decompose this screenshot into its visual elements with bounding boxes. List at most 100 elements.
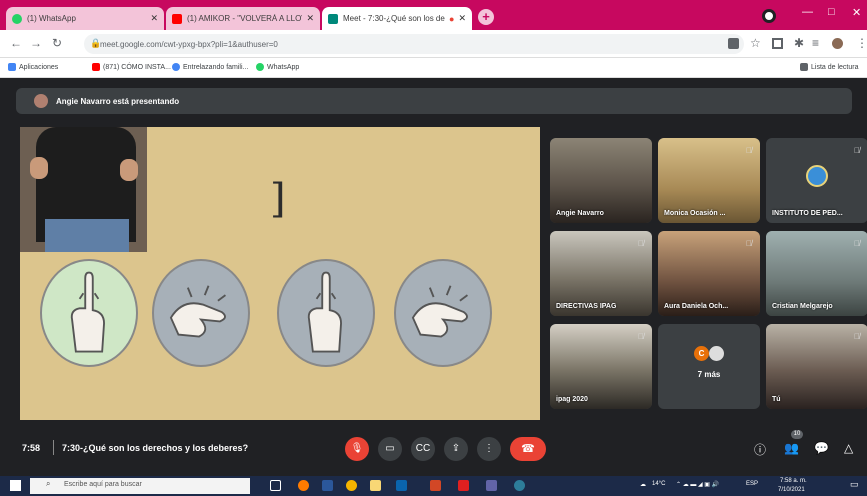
presenter-video — [20, 127, 147, 252]
word-icon[interactable] — [322, 480, 333, 491]
participant-tile[interactable]: 🎙̸ Monica Ocasión ... — [658, 138, 760, 223]
more-options-button[interactable]: ⋮ — [477, 437, 501, 461]
cast-icon[interactable] — [772, 38, 783, 49]
tab-whatsapp[interactable]: (1) WhatsApp ✕ — [6, 7, 164, 30]
mic-off-icon: 🎙̸ — [854, 146, 860, 155]
chrome-icon[interactable] — [346, 480, 357, 491]
hands-clap-icon — [169, 285, 227, 338]
participant-name: Aura Daniela Och... — [664, 303, 729, 310]
meeting-details-icon[interactable]: ⓘ — [754, 441, 766, 458]
youtube-icon — [172, 13, 182, 24]
weather-text[interactable]: 14°C — [652, 481, 665, 487]
self-tile[interactable]: 🎙̸ Tú — [766, 324, 867, 409]
taskbar-date[interactable]: 7/10/2021 — [778, 487, 805, 493]
task-view-icon[interactable] — [270, 480, 281, 491]
avatar-icon[interactable] — [832, 38, 843, 49]
tab-title: Meet - 7:30-¿Qué son los de — [343, 14, 445, 23]
participant-tile[interactable]: 🎙̸ DIRECTIVAS IPAG — [550, 231, 652, 316]
participants-icon[interactable]: 👥 — [784, 441, 799, 455]
notifications-icon[interactable]: ▭ — [850, 479, 859, 490]
avatar: C — [694, 346, 709, 361]
url-text[interactable]: meet.google.com/cwt-ypxg-bpx?pli=1&authu… — [100, 40, 278, 49]
reload-icon[interactable]: ↻ — [52, 36, 62, 50]
hands-clap-icon — [411, 285, 469, 338]
browser-toolbar: ← → ↻ 🔒 meet.google.com/cwt-ypxg-bpx?pli… — [0, 30, 867, 58]
close-tab-icon[interactable]: ✕ — [458, 13, 466, 24]
participant-tile[interactable]: Angie Navarro — [550, 138, 652, 223]
close-window-icon[interactable]: ✕ — [852, 6, 861, 19]
participant-video — [766, 324, 867, 409]
leave-call-button[interactable]: ☎ — [510, 437, 546, 461]
present-button[interactable]: ⇪ — [444, 437, 468, 461]
tab-youtube[interactable]: (1) AMIKOR - "VOLVERÁ A LLOV ✕ — [166, 7, 320, 30]
screen: (1) WhatsApp ✕ (1) AMIKOR - "VOLVERÁ A L… — [0, 0, 867, 496]
menu-icon[interactable]: ⋮ — [856, 36, 867, 50]
hand-finger-up-icon — [70, 271, 105, 353]
app-icon[interactable] — [514, 480, 525, 491]
mail-icon[interactable] — [396, 480, 407, 491]
mic-off-icon: 🎙̸ — [746, 239, 752, 248]
mic-toggle-button[interactable]: 🎙 — [345, 437, 369, 461]
apps-grid-icon — [8, 63, 16, 71]
bookmark-google[interactable]: Entrelazando famili... — [172, 63, 248, 71]
camera-toggle-button[interactable]: ▭ — [378, 437, 402, 461]
participant-name: Tú — [772, 396, 781, 403]
file-explorer-icon[interactable] — [370, 480, 381, 491]
bookmark-apps[interactable]: Aplicaciones — [8, 63, 58, 71]
maximize-icon[interactable]: □ — [828, 6, 835, 18]
participant-name: DIRECTIVAS IPAG — [556, 303, 617, 310]
taskbar-time[interactable]: 7:58 a. m. — [780, 478, 807, 484]
activities-icon[interactable]: △ — [844, 441, 853, 455]
bookmark-star-icon[interactable]: ☆ — [750, 36, 761, 50]
participant-tile[interactable]: 🎙̸ ipag 2020 — [550, 324, 652, 409]
captions-button[interactable]: CC — [411, 437, 435, 461]
close-tab-icon[interactable]: ✕ — [150, 13, 158, 24]
forward-icon[interactable]: → — [30, 36, 42, 50]
bookmark-label: Entrelazando famili... — [183, 63, 249, 71]
weather-icon: ☁ — [640, 482, 646, 488]
reading-list-icon[interactable]: ≡ — [812, 36, 819, 50]
bookmarks-bar: Aplicaciones (871) CÓMO INSTA... Entrela… — [0, 58, 867, 78]
more-participants-tile[interactable]: C 7 más — [658, 324, 760, 409]
participant-tile[interactable]: 🎙̸ INSTITUTO DE PED... — [766, 138, 867, 223]
tab-meet[interactable]: Meet - 7:30-¿Qué son los de ● ✕ — [322, 7, 472, 30]
firefox-icon[interactable] — [298, 480, 309, 491]
participant-name: ipag 2020 — [556, 396, 588, 403]
chat-icon[interactable]: 💬 — [814, 441, 829, 455]
acrobat-icon[interactable] — [458, 480, 469, 491]
close-tab-icon[interactable]: ✕ — [306, 13, 314, 24]
tab-title: (1) WhatsApp — [27, 14, 76, 23]
back-icon[interactable]: ← — [10, 36, 22, 50]
minimize-icon[interactable]: — — [802, 6, 813, 18]
mic-off-icon: 🎙̸ — [854, 239, 860, 248]
powerpoint-icon[interactable] — [430, 480, 441, 491]
windows-start-icon[interactable] — [10, 480, 21, 491]
tab-title: (1) AMIKOR - "VOLVERÁ A LLOV — [187, 14, 303, 23]
extensions-icon[interactable]: ✱ — [794, 36, 804, 50]
mic-off-icon: 🎙̸ — [638, 239, 644, 248]
institute-logo-icon — [806, 165, 828, 187]
more-participants-label: 7 más — [697, 370, 721, 379]
system-tray-icons[interactable]: ⌃ ☁ ▬ ◢ ▣ 🔊 — [676, 481, 719, 488]
presenter-avatar — [34, 94, 48, 108]
more-avatars: C — [694, 346, 724, 361]
camera-icon[interactable] — [728, 38, 739, 49]
participant-count-badge: 10 — [791, 430, 803, 439]
participant-tile[interactable]: 🎙̸ Aura Daniela Och... — [658, 231, 760, 316]
participant-name: Angie Navarro — [556, 210, 604, 217]
google-icon — [172, 63, 180, 71]
hand-finger-up-icon — [307, 271, 342, 353]
teams-icon[interactable] — [486, 480, 497, 491]
bookmark-whatsapp[interactable]: WhatsApp — [256, 63, 299, 71]
new-tab-button[interactable]: + — [478, 9, 494, 25]
meeting-title: 7:30-¿Qué son los derechos y los deberes… — [62, 443, 249, 453]
language-indicator[interactable]: ESP — [746, 481, 758, 487]
meet-icon — [328, 13, 338, 24]
participant-name: INSTITUTO DE PED... — [772, 210, 843, 217]
sign-clap-image — [152, 259, 250, 367]
bookmark-youtube[interactable]: (871) CÓMO INSTA... — [92, 63, 171, 71]
participant-tile[interactable]: 🎙̸ Cristian Melgarejo — [766, 231, 867, 316]
profile-icon[interactable] — [762, 9, 776, 23]
reading-list-button[interactable]: Lista de lectura — [800, 63, 858, 71]
mic-off-icon: 🎙̸ — [638, 332, 644, 341]
